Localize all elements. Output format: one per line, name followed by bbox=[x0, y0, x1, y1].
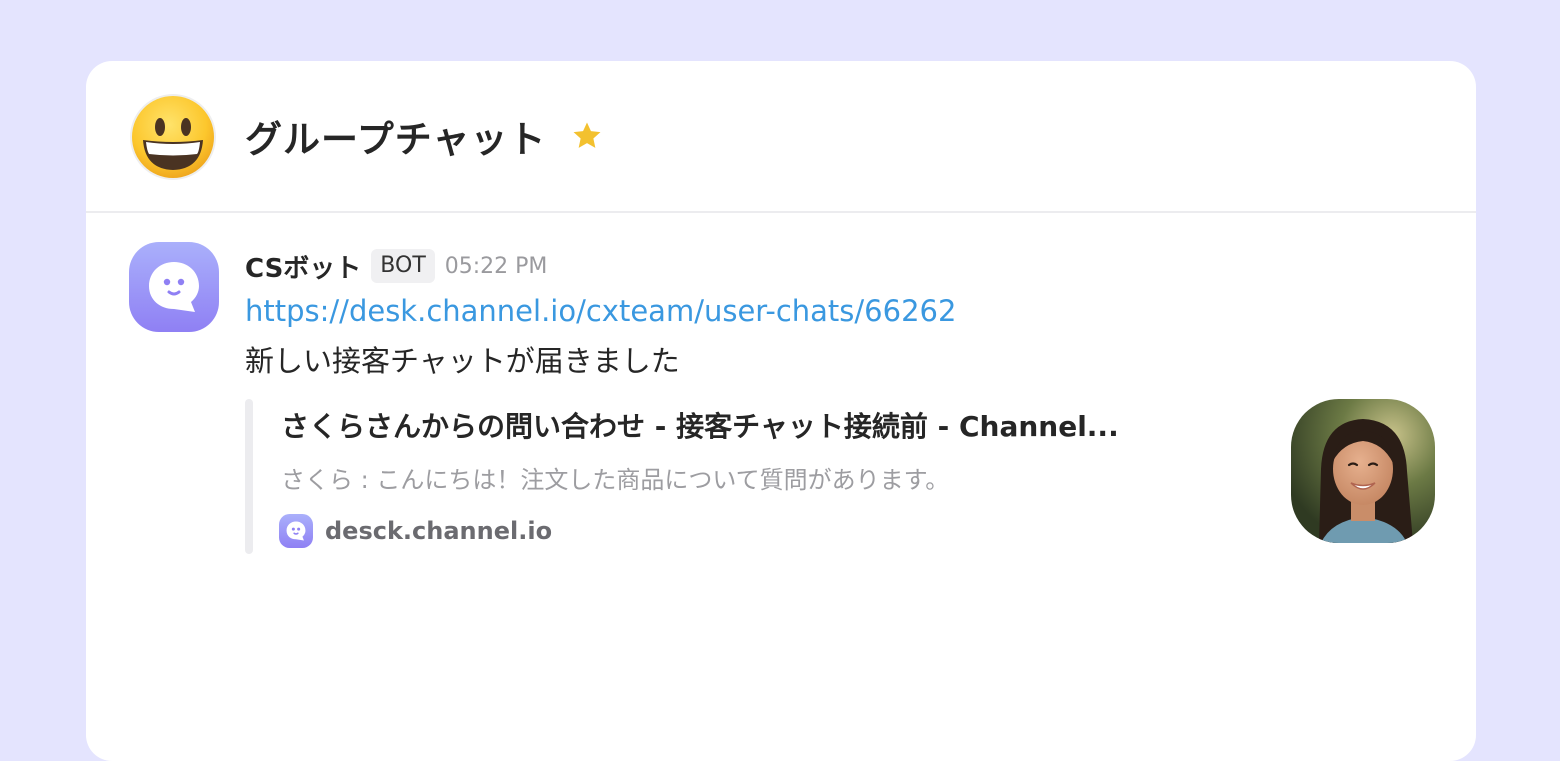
message-link[interactable]: https://desk.channel.io/cxteam/user-chat… bbox=[245, 294, 956, 328]
channel-header: グループチャット bbox=[86, 61, 1476, 213]
preview-title[interactable]: さくらさんからの問い合わせ - 接客チャット接続前 - Channel... bbox=[281, 405, 1119, 445]
grinning-face-emoji-icon[interactable] bbox=[129, 93, 217, 181]
message-text: 新しい接客チャットが届きました bbox=[245, 344, 680, 378]
channel-bot-icon bbox=[279, 514, 313, 548]
star-icon[interactable] bbox=[570, 119, 604, 153]
preview-description: さくら : こんにちは！注文した商品について質問があります。 bbox=[281, 466, 950, 494]
user-photo-thumbnail[interactable] bbox=[1291, 399, 1435, 543]
chat-card: グループチャット CSボット BOT 05:22 PM https://desk… bbox=[86, 61, 1476, 761]
sender-name[interactable]: CSボット bbox=[245, 248, 361, 285]
channel-bot-icon[interactable] bbox=[129, 242, 219, 332]
message-timestamp: 05:22 PM bbox=[444, 253, 548, 279]
preview-site-domain: desck.channel.io bbox=[325, 517, 553, 545]
link-preview[interactable]: さくらさんからの問い合わせ - 接客チャット接続前 - Channel... さ… bbox=[245, 399, 1435, 554]
channel-title: グループチャット bbox=[245, 118, 547, 161]
preview-accent-bar bbox=[245, 399, 253, 554]
message-header: CSボット BOT 05:22 PM bbox=[245, 248, 548, 285]
bot-badge: BOT bbox=[371, 249, 435, 283]
preview-site: desck.channel.io bbox=[279, 513, 552, 549]
